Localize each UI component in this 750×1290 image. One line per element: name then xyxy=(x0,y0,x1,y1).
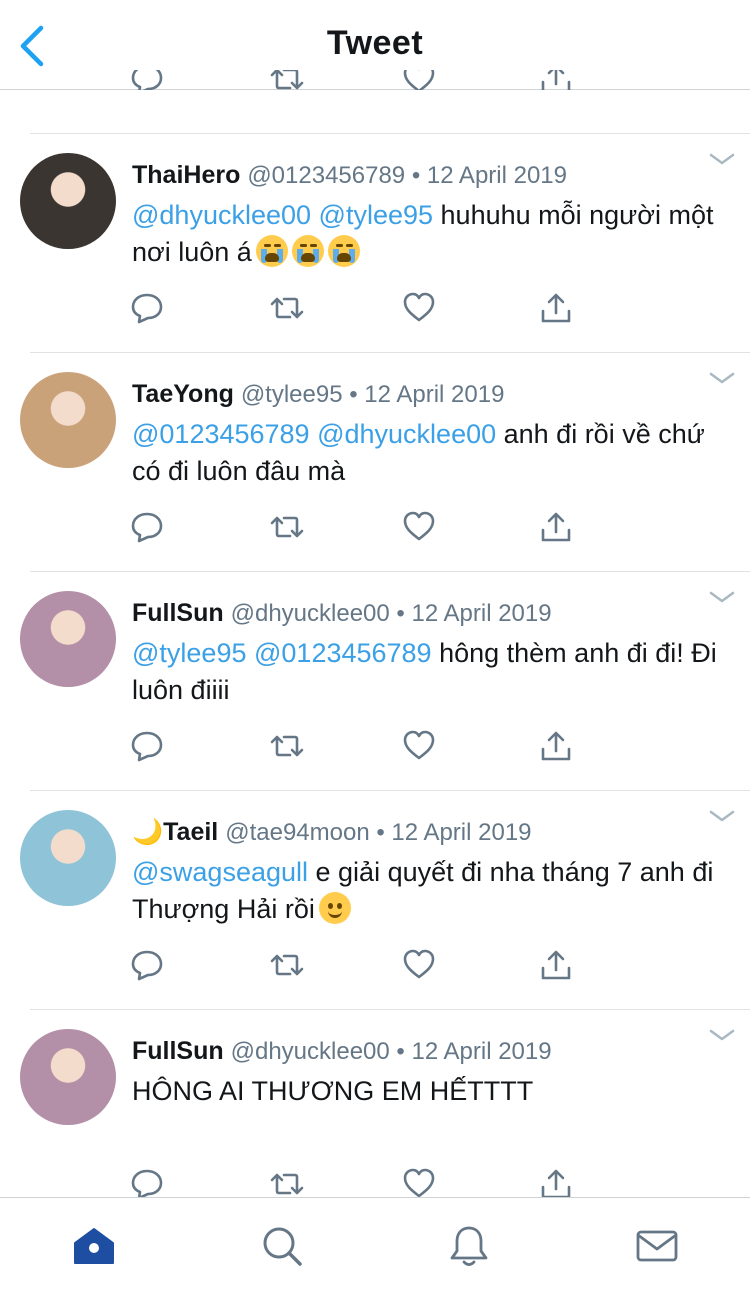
tweet-header: ThaiHero @0123456789 • 12 April 2019 xyxy=(132,161,567,190)
handle-and-date: @dhyucklee00 • 12 April 2019 xyxy=(230,600,552,627)
handle-and-date: @tae94moon • 12 April 2019 xyxy=(225,819,532,846)
display-name[interactable]: FullSun xyxy=(132,1037,224,1065)
display-name[interactable]: FullSun xyxy=(132,599,224,627)
tweet-header: FullSun @dhyucklee00 • 12 April 2019 xyxy=(132,1037,552,1066)
share-icon[interactable] xyxy=(539,70,573,90)
avatar[interactable] xyxy=(20,810,116,906)
tab-home[interactable] xyxy=(72,1224,116,1268)
mention-link[interactable]: @0123456789 xyxy=(132,419,310,449)
display-name[interactable]: ThaiHero xyxy=(132,161,240,189)
heart-icon[interactable] xyxy=(402,70,436,90)
tweet-text: @swagseagull e giải quyết đi nha tháng 7… xyxy=(132,854,722,928)
crying-face-emoji xyxy=(327,235,360,267)
handle-and-date: @tylee95 • 12 April 2019 xyxy=(240,381,505,408)
mention-link[interactable]: @tylee95 xyxy=(319,200,433,230)
chevron-down-icon[interactable] xyxy=(708,368,736,388)
avatar[interactable] xyxy=(20,1029,116,1125)
display-name[interactable]: Taeil xyxy=(163,818,218,846)
retweet-icon[interactable] xyxy=(270,70,304,90)
tweet-text: HÔNG AI THƯƠNG EM HẾTTTT xyxy=(132,1073,722,1110)
display-name[interactable]: TaeYong xyxy=(132,380,234,408)
tweet-text: @0123456789 @dhyucklee00 anh đi rồi về c… xyxy=(132,416,722,490)
tab-messages[interactable] xyxy=(635,1224,679,1268)
divider xyxy=(30,790,750,791)
handle-and-date: @dhyucklee00 • 12 April 2019 xyxy=(230,1038,552,1065)
messages-icon xyxy=(636,1230,678,1262)
avatar[interactable] xyxy=(20,372,116,468)
previous-tweet-actions xyxy=(0,70,750,90)
divider xyxy=(30,352,750,353)
avatar[interactable] xyxy=(20,153,116,249)
tweet-header: FullSun @dhyucklee00 • 12 April 2019 xyxy=(132,599,552,628)
reply-icon[interactable] xyxy=(130,1167,164,1201)
tweet-reply[interactable]: FullSun @dhyucklee00 • 12 April 2019 @tyl… xyxy=(0,529,750,762)
tweet-body: HÔNG AI THƯƠNG EM HẾTTTT xyxy=(132,1076,534,1106)
tweet-reply[interactable]: 🌙Taeil @tae94moon • 12 April 2019 @swagse… xyxy=(0,748,750,981)
reply-icon[interactable] xyxy=(130,70,164,90)
notifications-icon xyxy=(450,1226,488,1266)
divider xyxy=(30,571,750,572)
chevron-down-icon[interactable] xyxy=(708,1025,736,1045)
chevron-down-icon[interactable] xyxy=(708,806,736,826)
home-icon xyxy=(74,1228,114,1264)
handle-and-date: @0123456789 • 12 April 2019 xyxy=(247,162,567,189)
tweet-reply[interactable]: TaeYong @tylee95 • 12 April 2019 @0123456… xyxy=(0,310,750,543)
divider xyxy=(30,1009,750,1010)
tweet-header: TaeYong @tylee95 • 12 April 2019 xyxy=(132,380,504,409)
slightly-smiling-face-emoji xyxy=(318,892,351,924)
search-icon xyxy=(263,1227,302,1266)
tab-notifications[interactable] xyxy=(447,1224,491,1268)
chevron-down-icon[interactable] xyxy=(708,149,736,169)
mention-link[interactable]: @0123456789 xyxy=(254,638,432,668)
heart-icon[interactable] xyxy=(402,1167,436,1201)
avatar[interactable] xyxy=(20,591,116,687)
bottom-tab-bar xyxy=(0,1197,750,1290)
mention-link[interactable]: @dhyucklee00 xyxy=(317,419,496,449)
page-title: Tweet xyxy=(326,24,424,62)
tweet-reply[interactable]: ThaiHero @0123456789 • 12 April 2019 @dhy… xyxy=(0,91,750,324)
tweet-reply[interactable]: FullSun @dhyucklee00 • 12 April 2019 HÔNG… xyxy=(0,967,750,1200)
mention-link[interactable]: @dhyucklee00 xyxy=(132,200,311,230)
divider xyxy=(30,133,750,134)
crying-face-emoji xyxy=(291,235,324,267)
tweet-header: 🌙Taeil @tae94moon • 12 April 2019 xyxy=(132,818,532,847)
tweet-text: @dhyucklee00 @tylee95 huhuhu mỗi người m… xyxy=(132,197,722,271)
tweet-text: @tylee95 @0123456789 hông thèm anh đi đi… xyxy=(132,635,722,709)
chevron-down-icon[interactable] xyxy=(708,587,736,607)
crescent-moon-emoji: 🌙 xyxy=(132,818,164,846)
tweet-reply-list: ThaiHero @0123456789 • 12 April 2019 @dhy… xyxy=(0,91,750,1200)
share-icon[interactable] xyxy=(539,1167,573,1201)
mention-link[interactable]: @tylee95 xyxy=(132,638,246,668)
crying-face-emoji xyxy=(255,235,288,267)
tab-search[interactable] xyxy=(260,1224,304,1268)
mention-link[interactable]: @swagseagull xyxy=(132,857,308,887)
retweet-icon[interactable] xyxy=(270,1167,304,1201)
